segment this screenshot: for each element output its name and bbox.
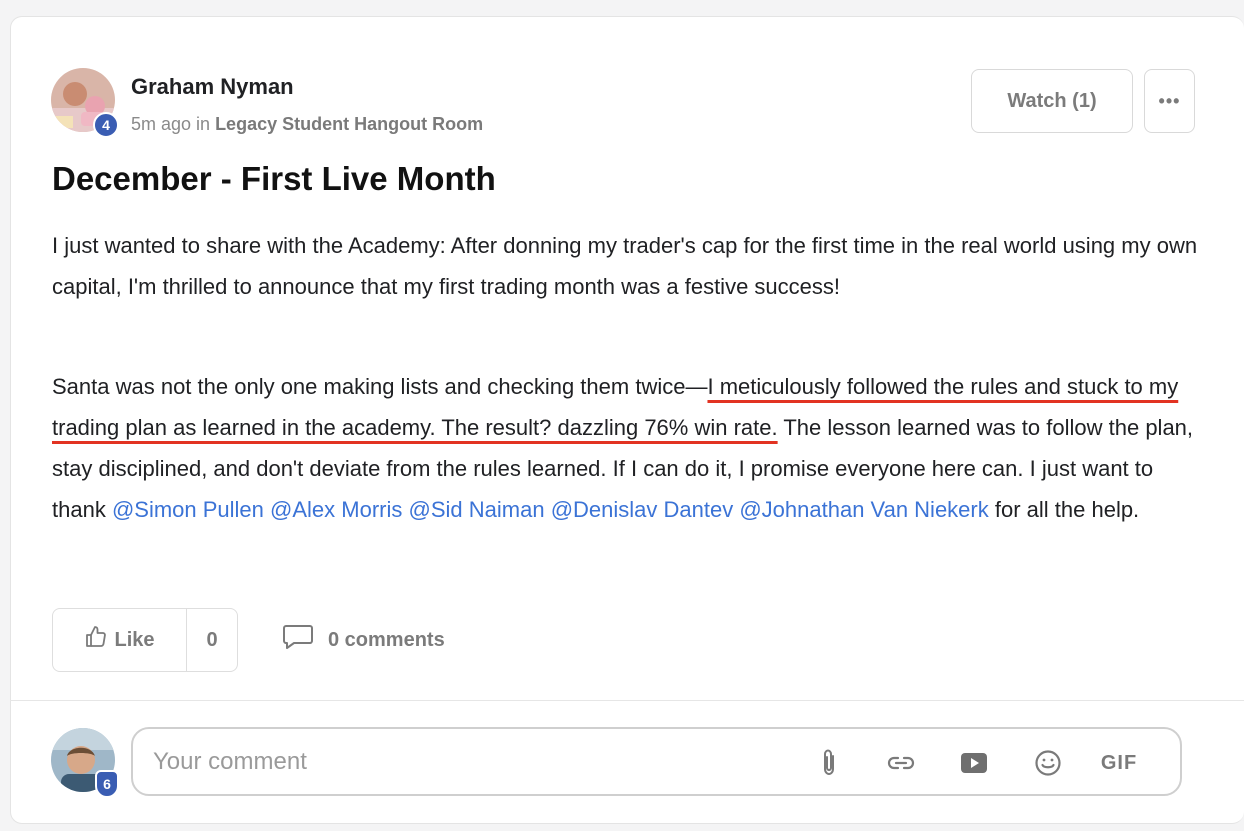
level-badge: 6 <box>95 770 119 798</box>
link-icon[interactable] <box>885 747 917 779</box>
comment-bubble-icon <box>282 623 314 657</box>
mention-link[interactable]: @Denislav Dantev <box>551 497 734 522</box>
video-icon[interactable] <box>959 747 989 779</box>
comment-box: GIF <box>131 727 1182 796</box>
more-options-button[interactable]: ••• <box>1144 69 1195 133</box>
current-user-avatar[interactable]: 6 <box>51 728 119 798</box>
author-avatar[interactable]: 4 <box>51 68 119 138</box>
emoji-icon[interactable] <box>1033 747 1063 779</box>
paragraph-intro: Santa was not the only one making lists … <box>52 374 708 399</box>
post-paragraph-1: I just wanted to share with the Academy:… <box>52 233 1198 299</box>
mention-link[interactable]: @Sid Naiman <box>409 497 545 522</box>
attachment-icon[interactable] <box>817 747 841 779</box>
post-title: December - First Live Month <box>52 160 496 197</box>
room-link[interactable]: Legacy Student Hangout Room <box>215 114 483 134</box>
mention-link[interactable]: @Johnathan Van Niekerk <box>739 497 988 522</box>
thumbs-up-icon <box>84 625 108 655</box>
gif-icon[interactable]: GIF <box>1097 747 1141 779</box>
comment-input[interactable] <box>153 741 793 783</box>
watch-button[interactable]: Watch (1) <box>971 69 1133 133</box>
more-dots-icon: ••• <box>1158 90 1181 111</box>
paragraph-closing: for all the help. <box>988 497 1140 522</box>
mention-link[interactable]: @Alex Morris <box>270 497 402 522</box>
like-button[interactable]: Like <box>53 609 187 671</box>
divider <box>10 700 1244 701</box>
gif-label: GIF <box>1100 751 1138 774</box>
author-name[interactable]: Graham Nyman <box>131 74 294 100</box>
like-count: 0 <box>206 628 218 651</box>
mention-link[interactable]: @Simon Pullen <box>112 497 264 522</box>
post-paragraph-2: Santa was not the only one making lists … <box>52 366 1202 530</box>
post-meta: 5m ago in Legacy Student Hangout Room <box>131 114 483 135</box>
like-group: Like 0 <box>52 608 238 672</box>
level-badge: 4 <box>93 112 119 138</box>
like-label: Like <box>114 628 155 651</box>
comments-link[interactable]: 0 comments <box>282 622 445 658</box>
post-time: 5m ago in <box>131 114 216 134</box>
comments-count-label: 0 comments <box>328 628 445 651</box>
